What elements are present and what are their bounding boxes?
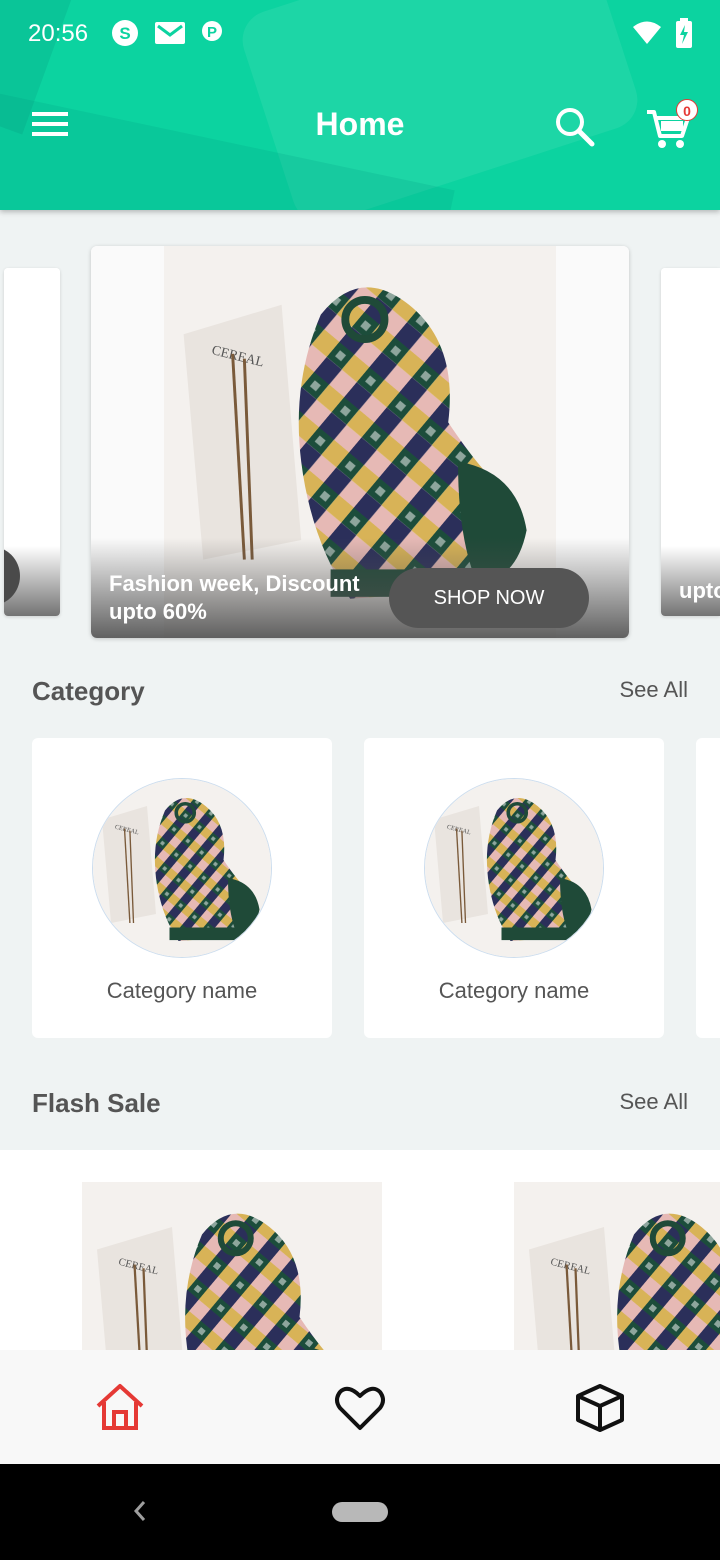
category-title: Category [32,676,145,706]
flash-sale-title: Flash Sale [32,1088,161,1118]
search-button[interactable] [552,104,600,152]
status-bar: 20:56 S P [0,0,720,70]
category-card-partial[interactable] [696,738,720,1038]
p-icon: P [200,19,224,52]
system-home-pill[interactable] [332,1502,388,1522]
category-image [424,778,604,958]
nav-favorites[interactable] [332,1380,388,1436]
page-title: Home [315,106,405,142]
box-icon [576,1384,624,1432]
notification-icons: S P [110,18,224,53]
shop-now-button[interactable]: SHOP NOW [389,568,589,628]
flash-sale-product-image[interactable] [82,1182,382,1350]
nav-home[interactable] [92,1380,148,1436]
gmail-icon [154,20,186,51]
svg-text:P: P [207,24,217,41]
carousel-banner[interactable]: Fashion week, Discount upto 60% SHOP NOW [91,246,629,638]
skype-icon: S [110,18,140,53]
app-bar: Home [0,80,720,170]
nav-orders[interactable] [572,1380,628,1436]
system-status-icons [632,18,692,53]
category-name: Category name [438,978,590,1003]
battery-charging-icon [676,18,692,53]
system-back-button[interactable] [126,1496,154,1526]
system-navigation-bar [0,1464,720,1560]
back-arrow-icon [133,1501,146,1521]
category-card[interactable]: Category name [364,738,664,1038]
wifi-icon [632,20,662,51]
category-card[interactable]: Category name [32,738,332,1038]
search-icon [556,108,595,147]
flash-sale-list [0,1150,720,1350]
cart-count-badge: 0 [676,99,698,121]
svg-text:S: S [119,24,130,43]
category-see-all[interactable]: See All [620,677,689,703]
status-time: 20:56 [28,20,89,47]
app-header: 20:56 S P Home 0 [0,0,720,210]
banner-caption: Fashion week, Discount upto 60% [109,571,360,624]
heart-icon [335,1386,385,1430]
carousel-prev-slide[interactable] [4,268,60,616]
flash-sale-see-all[interactable]: See All [620,1089,689,1115]
flash-sale-product-image[interactable] [514,1182,720,1350]
category-image [92,778,272,958]
category-name: Category name [106,978,258,1003]
next-slide-caption: upto [679,578,720,603]
bottom-navigation [0,1350,720,1464]
carousel-next-slide[interactable]: upto [661,268,720,616]
home-icon [96,1384,144,1430]
